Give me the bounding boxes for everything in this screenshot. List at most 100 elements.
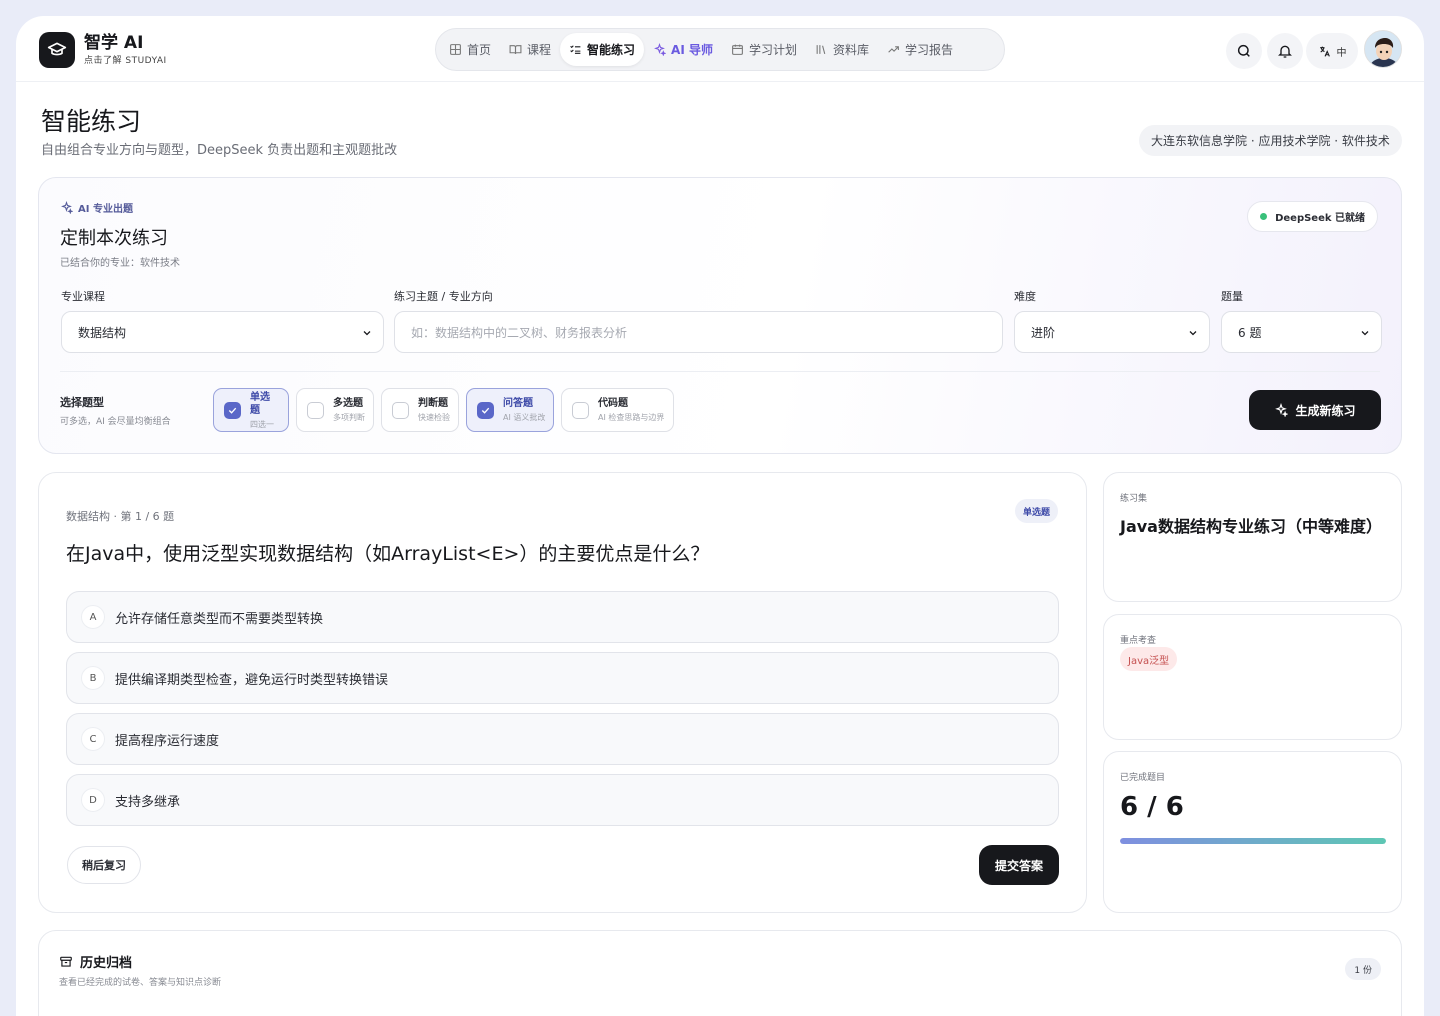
generate-practice-button[interactable]: 生成新练习 [1249, 390, 1381, 430]
done-count: 6 / 6 [1120, 792, 1184, 822]
progress-bar [1120, 838, 1386, 844]
nav-label: 首页 [467, 43, 492, 57]
focus-card: 重点考查 Java泛型 [1103, 614, 1402, 740]
nav-label: 学习计划 [748, 43, 797, 57]
option-text: 提高程序运行速度 [115, 733, 220, 749]
status-dot-icon [1260, 213, 1268, 220]
nav-item-library[interactable]: 资料库 [806, 33, 878, 66]
type-name: 问答题 [503, 398, 533, 409]
library-icon [816, 45, 826, 54]
nav-item-courses[interactable]: 课程 [500, 33, 560, 66]
nav-item-report[interactable]: 学习报告 [878, 33, 962, 66]
course-label: 专业课程 [61, 290, 105, 303]
search-button[interactable] [1226, 33, 1262, 69]
type-name: 代码题 [598, 398, 628, 409]
type-name: 判断题 [418, 398, 448, 409]
nav-item-study-plan[interactable]: 学习计划 [722, 33, 806, 66]
checklist-icon [570, 45, 581, 54]
option-text: 提供编译期类型检查，避免运行时类型转换错误 [115, 672, 389, 688]
option-letter: D [81, 788, 105, 812]
progress-fill [1120, 838, 1386, 844]
option-letter: A [81, 605, 105, 629]
notifications-button[interactable] [1267, 33, 1303, 69]
question-types-label: 选择题型 [60, 396, 104, 409]
app-window: 智学 AI 点击了解 STUDYAI 首页 课程 智能练习 AI 导师 学习计划… [16, 16, 1424, 1016]
focus-label: 重点考查 [1120, 636, 1157, 646]
type-desc: 快速检验 [418, 413, 450, 422]
sparkles-icon [61, 201, 73, 214]
history-archive-card[interactable]: 历史归档 查看已经完成的试卷、答案与知识点诊断 1 份 [38, 930, 1402, 1016]
type-name: 多选题 [333, 398, 363, 409]
knowledge-point-tag: Java泛型 [1120, 647, 1178, 671]
nav-item-ai-tutor[interactable]: AI 导师 [644, 33, 722, 66]
question-card: 数据结构 · 第 1 / 6 题 单选题 在Java中，使用泛型实现数据结构（如… [38, 472, 1087, 913]
search-icon [1237, 44, 1250, 57]
question-types-hint: 可多选，AI 会尽量均衡组合 [60, 417, 171, 427]
type-option-multiple[interactable]: 多选题 多项判断 [296, 388, 374, 432]
nav-label: 资料库 [833, 43, 870, 57]
brand-tagline: 点击了解 STUDYAI [84, 56, 167, 66]
answer-option-d[interactable]: D 支持多继承 [66, 774, 1059, 826]
difficulty-value: 进阶 [1031, 325, 1056, 340]
course-value: 数据结构 [78, 325, 127, 340]
option-letter: C [81, 727, 105, 751]
history-title-label: 历史归档 [80, 956, 133, 971]
deepseek-status-badge: DeepSeek 已就绪 [1247, 201, 1378, 232]
grid-icon [450, 44, 461, 55]
type-option-true-false[interactable]: 判断题 快速检验 [381, 388, 459, 432]
nav-item-home[interactable]: 首页 [440, 33, 500, 66]
school-badge: 大连东软信息学院 · 应用技术学院 · 软件技术 [1139, 125, 1402, 156]
generate-label: 生成新练习 [1295, 403, 1356, 418]
page-title: 智能练习 [41, 107, 142, 136]
topic-input[interactable]: 如：数据结构中的二叉树、财务报表分析 [394, 311, 1003, 353]
language-label: 中 [1336, 47, 1347, 59]
answer-option-c[interactable]: C 提高程序运行速度 [66, 713, 1059, 765]
chevron-down-icon [1361, 331, 1369, 336]
review-later-button[interactable]: 稍后复习 [67, 846, 141, 884]
language-switch-button[interactable]: 中 [1306, 33, 1358, 69]
sparkles-icon [1275, 403, 1289, 417]
difficulty-label: 难度 [1014, 290, 1036, 303]
user-avatar-icon [1365, 31, 1401, 67]
checkbox-checked-icon [477, 401, 494, 419]
history-title: 历史归档 [59, 952, 132, 971]
bell-icon [1278, 45, 1292, 58]
top-header: 智学 AI 点击了解 STUDYAI 首页 课程 智能练习 AI 导师 学习计划… [16, 16, 1424, 82]
avatar[interactable] [1364, 30, 1402, 68]
question-type-badge: 单选题 [1014, 499, 1058, 523]
submit-answer-button[interactable]: 提交答案 [979, 845, 1059, 885]
chevron-down-icon [1189, 331, 1197, 336]
answer-option-a[interactable]: A 允许存储任意类型而不需要类型转换 [66, 591, 1059, 643]
book-open-icon [509, 45, 522, 54]
topic-placeholder: 如：数据结构中的二叉树、财务报表分析 [411, 325, 628, 340]
course-select[interactable]: 数据结构 [61, 311, 384, 353]
sparkles-icon [654, 43, 667, 56]
checkbox-checked-icon [224, 401, 241, 419]
count-select[interactable]: 6 题 [1221, 311, 1382, 353]
history-subtitle: 查看已经完成的试卷、答案与知识点诊断 [59, 978, 222, 988]
checkbox-empty-icon [572, 401, 589, 419]
chevron-down-icon [363, 331, 371, 336]
type-option-code[interactable]: 代码题 AI 检查思路与边界 [561, 388, 674, 432]
type-desc: 多项判断 [333, 413, 365, 422]
question-text: 在Java中，使用泛型实现数据结构（如ArrayList<E>）的主要优点是什么… [66, 543, 710, 565]
count-label: 题量 [1221, 290, 1243, 303]
status-label: DeepSeek 已就绪 [1275, 213, 1365, 224]
difficulty-select[interactable]: 进阶 [1014, 311, 1210, 353]
type-option-single[interactable]: 单选题 四选一 [213, 388, 289, 432]
trending-up-icon [888, 46, 899, 53]
set-name: Java数据结构专业练习（中等难度） [1120, 517, 1382, 536]
nav-item-practice[interactable]: 智能练习 [560, 33, 645, 66]
page-subtitle: 自由组合专业方向与题型，DeepSeek 负责出题和主观题批改 [41, 143, 398, 158]
type-option-essay[interactable]: 问答题 AI 语义批改 [466, 388, 554, 432]
type-desc: AI 检查思路与边界 [598, 413, 665, 422]
nav-label: AI 导师 [671, 43, 713, 57]
generator-title: 定制本次练习 [60, 228, 168, 249]
divider [60, 371, 1380, 372]
option-letter: B [81, 666, 105, 690]
count-value: 6 题 [1238, 325, 1262, 340]
option-text: 支持多继承 [115, 794, 181, 810]
answer-option-b[interactable]: B 提供编译期类型检查，避免运行时类型转换错误 [66, 652, 1059, 704]
graduation-cap-icon [39, 32, 75, 68]
brand[interactable]: 智学 AI 点击了解 STUDYAI [39, 32, 167, 68]
